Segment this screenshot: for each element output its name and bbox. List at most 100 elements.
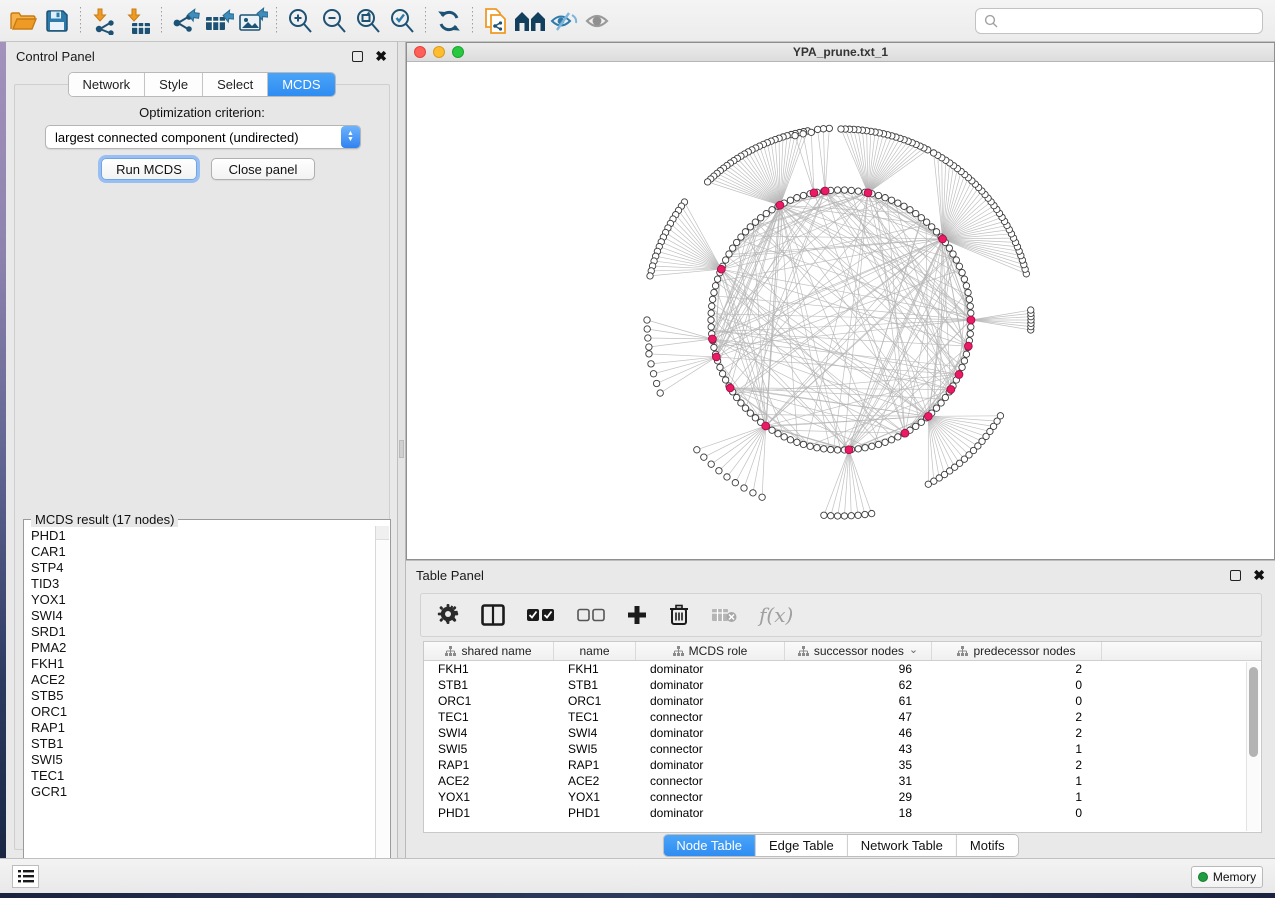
table-row[interactable]: YOX1YOX1connector291	[424, 789, 1261, 805]
toolbar-separator	[425, 7, 426, 35]
delete-column-icon[interactable]	[669, 604, 689, 626]
cell-mcds_role: connector	[636, 710, 785, 724]
show-panels-list-button[interactable]	[12, 865, 39, 888]
show-column-panel-icon[interactable]	[481, 604, 505, 626]
scrollbar-thumb[interactable]	[1249, 667, 1258, 757]
cell-predecessor_nodes: 1	[932, 790, 1102, 804]
table-row[interactable]: ACE2ACE2connector311	[424, 773, 1261, 789]
table-row[interactable]: ORC1ORC1dominator610	[424, 693, 1261, 709]
export-network-icon[interactable]	[168, 6, 202, 36]
hide-selected-icon[interactable]	[547, 6, 581, 36]
tab-network[interactable]: Network	[68, 73, 145, 96]
panel-splitter[interactable]	[398, 42, 406, 858]
show-all-icon[interactable]	[581, 6, 615, 36]
tab-edge-table[interactable]: Edge Table	[756, 835, 848, 856]
cell-successor_nodes: 31	[785, 774, 932, 788]
save-session-icon[interactable]	[40, 6, 74, 36]
table-row[interactable]: STB1STB1dominator620	[424, 677, 1261, 693]
tab-motifs[interactable]: Motifs	[957, 835, 1018, 856]
tab-select[interactable]: Select	[203, 73, 268, 96]
table-row[interactable]: RAP1RAP1dominator352	[424, 757, 1261, 773]
column-header-successor-nodes[interactable]: successor nodes⌄	[785, 642, 932, 660]
zoom-in-icon[interactable]	[283, 6, 317, 36]
cell-shared_name: ORC1	[424, 694, 554, 708]
table-row[interactable]: PHD1PHD1dominator180	[424, 805, 1261, 821]
import-table-icon[interactable]	[121, 6, 155, 36]
optimization-criterion-select[interactable]: largest connected component (undirected)…	[45, 125, 361, 149]
network-graph[interactable]	[407, 62, 1274, 559]
zoom-fit-icon[interactable]	[351, 6, 385, 36]
table-row[interactable]: FKH1FKH1dominator962	[424, 661, 1261, 677]
export-table-icon[interactable]	[202, 6, 236, 36]
mcds-result-item[interactable]: RAP1	[31, 720, 369, 736]
close-table-panel-icon[interactable]: ✖	[1253, 568, 1265, 582]
deselect-all-icon[interactable]	[577, 608, 605, 622]
network-canvas[interactable]	[407, 62, 1274, 559]
import-network-icon[interactable]	[87, 6, 121, 36]
mcds-result-item[interactable]: GCR1	[31, 784, 369, 800]
close-panel-button[interactable]: Close panel	[211, 158, 315, 180]
table-row[interactable]: SWI5SWI5connector431	[424, 741, 1261, 757]
cell-predecessor_nodes: 2	[932, 710, 1102, 724]
open-session-icon[interactable]	[6, 6, 40, 36]
column-header-shared-name[interactable]: shared name	[424, 642, 554, 660]
mcds-result-item[interactable]: PHD1	[31, 528, 369, 544]
column-type-icon	[798, 646, 809, 657]
add-column-icon[interactable]	[627, 605, 647, 625]
splitter-grip[interactable]	[399, 440, 404, 458]
mcds-result-item[interactable]: YOX1	[31, 592, 369, 608]
mcds-result-item[interactable]: FKH1	[31, 656, 369, 672]
mcds-result-item[interactable]: TEC1	[31, 768, 369, 784]
refresh-view-icon[interactable]	[432, 6, 466, 36]
cell-name: ACE2	[554, 774, 636, 788]
column-header-name[interactable]: name	[554, 642, 636, 660]
mcds-result-item[interactable]: CAR1	[31, 544, 369, 560]
search-input[interactable]	[1004, 13, 1254, 28]
table-settings-gear-icon[interactable]	[437, 604, 459, 626]
mcds-result-item[interactable]: STB1	[31, 736, 369, 752]
zoom-selected-icon[interactable]	[385, 6, 419, 36]
float-panel-icon[interactable]	[352, 51, 363, 62]
float-table-panel-icon[interactable]	[1230, 570, 1241, 581]
first-neighbors-icon[interactable]	[513, 6, 547, 36]
select-all-icon[interactable]	[527, 608, 555, 622]
node-table-scrollbar[interactable]	[1246, 662, 1260, 831]
function-builder-icon: f(x)	[759, 603, 793, 627]
mcds-panel: Optimization criterion: largest connecte…	[14, 84, 390, 850]
tab-mcds[interactable]: MCDS	[268, 73, 334, 96]
cell-successor_nodes: 35	[785, 758, 932, 772]
mcds-result-item[interactable]: SWI4	[31, 608, 369, 624]
mcds-result-item[interactable]: ORC1	[31, 704, 369, 720]
tab-network-table[interactable]: Network Table	[848, 835, 957, 856]
node-table[interactable]: shared namenameMCDS rolesuccessor nodes⌄…	[423, 641, 1262, 833]
tab-node-table[interactable]: Node Table	[663, 835, 756, 856]
cell-mcds_role: connector	[636, 790, 785, 804]
tab-style[interactable]: Style	[145, 73, 203, 96]
mcds-result-item[interactable]: STP4	[31, 560, 369, 576]
table-row[interactable]: SWI4SWI4dominator462	[424, 725, 1261, 741]
clone-network-view-icon[interactable]	[479, 6, 513, 36]
table-row[interactable]: TEC1TEC1connector472	[424, 709, 1261, 725]
control-panel-tabs: NetworkStyleSelectMCDS	[67, 72, 335, 97]
cell-successor_nodes: 43	[785, 742, 932, 756]
mcds-result-item[interactable]: TID3	[31, 576, 369, 592]
memory-status-icon	[1198, 872, 1208, 882]
memory-button[interactable]: Memory	[1191, 866, 1263, 888]
column-header-MCDS-role[interactable]: MCDS role	[636, 642, 785, 660]
zoom-out-icon[interactable]	[317, 6, 351, 36]
run-mcds-button[interactable]: Run MCDS	[101, 158, 197, 180]
cell-name: PHD1	[554, 806, 636, 820]
mcds-result-item[interactable]: PMA2	[31, 640, 369, 656]
cell-name: SWI5	[554, 742, 636, 756]
close-panel-icon[interactable]: ✖	[375, 49, 387, 63]
mcds-result-item[interactable]: SRD1	[31, 624, 369, 640]
export-image-icon[interactable]	[236, 6, 270, 36]
column-header-predecessor-nodes[interactable]: predecessor nodes	[932, 642, 1102, 660]
network-window-titlebar[interactable]: YPA_prune.txt_1	[407, 43, 1274, 62]
mcds-result-scrollbar[interactable]	[375, 526, 389, 870]
mcds-result-item[interactable]: SWI5	[31, 752, 369, 768]
mcds-result-item[interactable]: ACE2	[31, 672, 369, 688]
mcds-result-item[interactable]: STB5	[31, 688, 369, 704]
search-box[interactable]	[975, 8, 1263, 34]
mcds-result-list[interactable]: PHD1CAR1STP4TID3YOX1SWI4SRD1PMA2FKH1ACE2…	[25, 526, 375, 870]
